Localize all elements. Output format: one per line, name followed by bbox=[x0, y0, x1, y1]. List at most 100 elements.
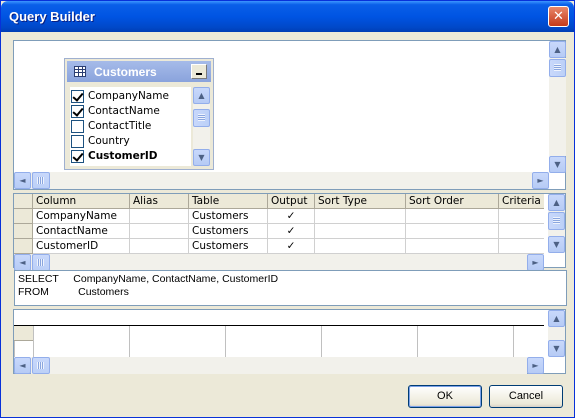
field-list-scrollbar[interactable]: ▲ ▼ bbox=[193, 87, 210, 166]
cancel-button[interactable]: Cancel bbox=[489, 385, 563, 408]
grid-scroll-right-button[interactable]: ► bbox=[527, 254, 544, 271]
scroll-down-icon: ▼ bbox=[554, 160, 561, 169]
scroll-up-button[interactable]: ▲ bbox=[193, 87, 210, 104]
diagram-scroll-up-button[interactable]: ▲ bbox=[549, 41, 566, 58]
column-header[interactable]: Output bbox=[268, 194, 315, 209]
grid-hscroll-track[interactable] bbox=[31, 254, 527, 271]
output-checkmark[interactable]: ✓ bbox=[268, 224, 315, 239]
sql-from-keyword: FROM bbox=[18, 286, 49, 298]
results-row-selector[interactable] bbox=[14, 326, 33, 341]
diagram-scroll-right-button[interactable]: ► bbox=[532, 172, 549, 189]
grid-cell[interactable] bbox=[315, 239, 406, 254]
field-checkbox[interactable] bbox=[71, 135, 84, 148]
scroll-down-icon: ▼ bbox=[198, 153, 205, 162]
row-selector[interactable] bbox=[14, 224, 33, 239]
column-header[interactable]: Sort Type bbox=[315, 194, 406, 209]
grid-cell[interactable]: Customers bbox=[189, 239, 268, 254]
diagram-pane[interactable]: Customers CompanyName ContactName ContactT… bbox=[13, 40, 566, 190]
sql-from-line: FROM Customers bbox=[18, 286, 129, 298]
criteria-grid[interactable]: Column Alias Table Output Sort Type Sort Orde… bbox=[14, 194, 544, 254]
window-title: Query Builder bbox=[9, 9, 95, 24]
field-label: ContactTitle bbox=[88, 120, 152, 132]
sql-select-columns: CompanyName, ContactName, CustomerID bbox=[73, 273, 279, 285]
field-checkbox[interactable] bbox=[71, 105, 84, 118]
grid-row[interactable]: ContactName Customers ✓ bbox=[14, 224, 544, 239]
grid-cell[interactable] bbox=[406, 209, 499, 224]
grid-hscroll-thumb[interactable] bbox=[32, 254, 50, 271]
grid-row[interactable]: CompanyName Customers ✓ bbox=[14, 209, 544, 224]
field-list: CompanyName ContactName ContactTitle Countr… bbox=[70, 87, 191, 166]
grid-cell[interactable] bbox=[130, 209, 189, 224]
grid-cell[interactable]: Customers bbox=[189, 224, 268, 239]
grid-cell[interactable] bbox=[315, 224, 406, 239]
grid-cell[interactable] bbox=[499, 239, 544, 254]
results-scroll-down-button[interactable]: ▼ bbox=[548, 340, 565, 357]
grid-cell[interactable] bbox=[130, 239, 189, 254]
grid-header-row: Column Alias Table Output Sort Type Sort Orde… bbox=[14, 194, 544, 209]
query-builder-window: Query Builder ✕ Customers CompanyName Con… bbox=[0, 0, 575, 418]
diagram-scroll-down-button[interactable]: ▼ bbox=[549, 156, 566, 173]
column-header[interactable]: Sort Order bbox=[406, 194, 499, 209]
field-item[interactable]: CustomerID bbox=[70, 149, 191, 164]
grid-cell[interactable] bbox=[499, 224, 544, 239]
customers-table-window[interactable]: Customers CompanyName ContactName ContactT… bbox=[64, 58, 214, 170]
grid-cell[interactable] bbox=[315, 209, 406, 224]
grid-cell[interactable]: Customers bbox=[189, 209, 268, 224]
results-grid[interactable] bbox=[14, 310, 544, 357]
field-label: CustomerID bbox=[88, 150, 158, 162]
diagram-scroll-left-button[interactable]: ◄ bbox=[14, 172, 31, 189]
title-bar[interactable]: Query Builder ✕ bbox=[1, 1, 574, 32]
field-item[interactable]: ContactName bbox=[70, 104, 191, 119]
column-header[interactable]: Criteria bbox=[499, 194, 544, 209]
field-item[interactable]: CompanyName bbox=[70, 89, 191, 104]
ok-button[interactable]: OK bbox=[408, 385, 482, 408]
diagram-hscroll-track[interactable] bbox=[31, 172, 532, 189]
diagram-hscroll-thumb[interactable] bbox=[32, 172, 50, 189]
grid-cell[interactable]: CustomerID bbox=[33, 239, 130, 254]
results-vscroll-track[interactable] bbox=[548, 327, 565, 340]
close-button[interactable]: ✕ bbox=[548, 6, 569, 27]
grid-cell[interactable] bbox=[406, 239, 499, 254]
grid-scroll-left-button[interactable]: ◄ bbox=[14, 254, 31, 271]
column-header[interactable]: Column bbox=[33, 194, 130, 209]
row-selector[interactable] bbox=[14, 239, 33, 254]
grid-cell[interactable]: CompanyName bbox=[33, 209, 130, 224]
results-scroll-left-button[interactable]: ◄ bbox=[14, 357, 31, 374]
scroll-down-button[interactable]: ▼ bbox=[193, 149, 210, 166]
grid-cell[interactable] bbox=[130, 224, 189, 239]
column-header[interactable]: Alias bbox=[130, 194, 189, 209]
scroll-down-icon: ▼ bbox=[553, 344, 560, 353]
grid-cell[interactable]: ContactName bbox=[33, 224, 130, 239]
sql-pane[interactable]: SELECT CompanyName, ContactName, Custome… bbox=[14, 270, 567, 306]
scroll-thumb[interactable] bbox=[193, 109, 210, 127]
field-checkbox[interactable] bbox=[71, 120, 84, 133]
field-label: CompanyName bbox=[88, 90, 169, 102]
row-selector[interactable] bbox=[14, 209, 33, 224]
grid-cell[interactable] bbox=[406, 224, 499, 239]
close-icon: ✕ bbox=[553, 9, 564, 24]
column-header[interactable]: Table bbox=[189, 194, 268, 209]
output-checkmark[interactable]: ✓ bbox=[268, 209, 315, 224]
results-hscroll-thumb[interactable] bbox=[32, 357, 50, 374]
grid-vscroll-thumb[interactable] bbox=[548, 212, 565, 230]
results-header-row bbox=[14, 310, 544, 326]
diagram-vscroll-thumb[interactable] bbox=[549, 59, 566, 77]
table-window-header[interactable]: Customers bbox=[67, 61, 211, 82]
results-scroll-right-button[interactable]: ► bbox=[527, 357, 544, 374]
scroll-down-icon: ▼ bbox=[553, 240, 560, 249]
minimize-button[interactable] bbox=[191, 64, 207, 79]
output-checkmark[interactable]: ✓ bbox=[268, 239, 315, 254]
field-checkbox[interactable] bbox=[71, 90, 84, 103]
grid-row[interactable]: CustomerID Customers ✓ bbox=[14, 239, 544, 254]
grid-corner bbox=[14, 194, 33, 209]
results-hscroll-track[interactable] bbox=[31, 357, 527, 374]
field-label: ContactName bbox=[88, 105, 160, 117]
results-scroll-up-button[interactable]: ▲ bbox=[548, 310, 565, 327]
scroll-right-icon: ► bbox=[537, 176, 544, 185]
grid-scroll-down-button[interactable]: ▼ bbox=[548, 236, 565, 253]
grid-scroll-up-button[interactable]: ▲ bbox=[548, 194, 565, 211]
field-item[interactable]: ContactTitle bbox=[70, 119, 191, 134]
field-checkbox[interactable] bbox=[71, 150, 84, 163]
grid-cell[interactable] bbox=[499, 209, 544, 224]
field-item[interactable]: Country bbox=[70, 134, 191, 149]
